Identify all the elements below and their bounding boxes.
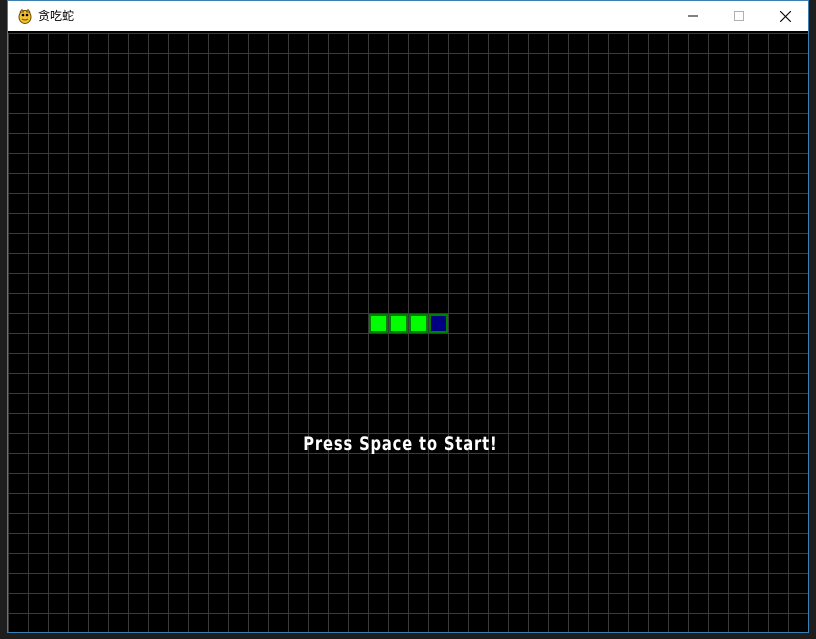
minimize-icon [688,15,698,17]
game-canvas[interactable]: Press Space to Start! [8,31,808,632]
close-button[interactable] [762,1,808,31]
maximize-button[interactable] [716,1,762,31]
game-grid [8,31,808,632]
title-bar[interactable]: 贪吃蛇 [8,1,808,31]
start-prompt: Press Space to Start! [303,433,498,455]
close-icon [779,10,791,22]
minimize-button[interactable] [670,1,716,31]
snake-head [429,314,448,333]
maximize-icon [734,11,744,21]
python-snake-icon [18,8,32,24]
snake-body-segment [369,314,388,333]
window-title: 贪吃蛇 [38,9,75,23]
snake-body-segment [409,314,428,333]
game-window: 贪吃蛇 Press Space to Start! [7,0,809,633]
snake-body-segment [389,314,408,333]
